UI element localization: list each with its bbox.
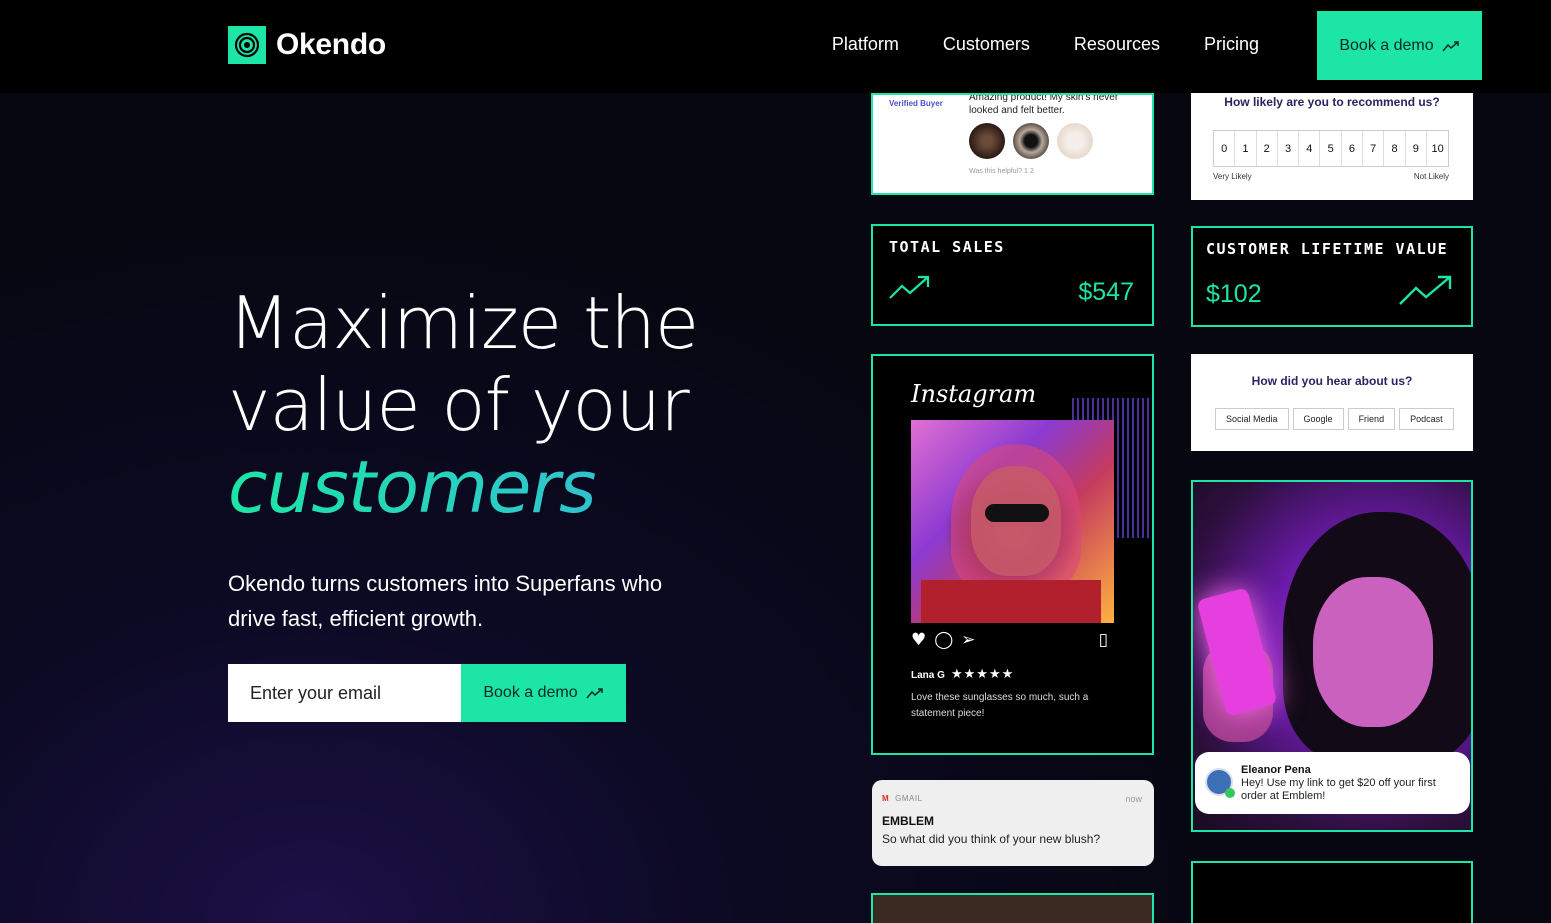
referral-message[interactable]: Eleanor Pena Hey! Use my link to get $20…: [1195, 752, 1470, 814]
nps-option[interactable]: 6: [1342, 131, 1364, 166]
instagram-comment: Love these sunglasses so much, such a st…: [911, 692, 1089, 719]
logo-text: Okendo: [276, 28, 386, 61]
nps-scale: 0 1 2 3 4 5 6 7 8 9 10: [1213, 130, 1450, 167]
notification-body: So what did you think of your new blush?: [882, 832, 1101, 846]
clv-label: CUSTOMER LIFETIME VALUE: [1206, 240, 1449, 258]
nps-option[interactable]: 0: [1214, 131, 1236, 166]
nav-link-customers[interactable]: Customers: [943, 34, 1030, 55]
nps-option[interactable]: 3: [1278, 131, 1300, 166]
gmail-icon: M: [882, 794, 890, 803]
nav-link-resources[interactable]: Resources: [1074, 34, 1160, 55]
nps-high-label: Not Likely: [1413, 172, 1449, 181]
instagram-actions: ♥ ◯ ➢: [911, 630, 976, 650]
hero-title-accent: customers: [228, 446, 788, 528]
survey-question: How did you hear about us?: [1251, 374, 1413, 388]
referral-photo-card: Eleanor Pena Hey! Use my link to get $20…: [1191, 480, 1473, 832]
total-sales-card: TOTAL SALES $547: [871, 224, 1154, 326]
nps-question: How likely are you to recommend us?: [1224, 95, 1440, 109]
review-text: Amazing product! My skin's never looked …: [969, 93, 1119, 116]
hero-subtitle: Okendo turns customers into Superfans wh…: [228, 571, 663, 631]
instagram-card: Instagram ♥ ◯ ➢ ▯ Lana G ★★★★★ Love thes…: [871, 354, 1154, 755]
nps-option[interactable]: 10: [1427, 131, 1448, 166]
review-photo[interactable]: [1013, 123, 1049, 159]
instagram-post-image[interactable]: [911, 420, 1114, 623]
image-shirt: [921, 580, 1101, 623]
nav-links: Platform Customers Resources Pricing: [832, 34, 1259, 55]
nps-option[interactable]: 4: [1299, 131, 1321, 166]
message-sender: Eleanor Pena: [1241, 764, 1311, 776]
hero-book-demo-button[interactable]: Book a demo: [461, 664, 626, 722]
partial-photo-card: [871, 893, 1154, 923]
hero-title: Maximize the value of your customers: [228, 282, 788, 528]
image-sunglasses: [985, 504, 1049, 522]
nps-card: How likely are you to recommend us? 0 1 …: [1191, 93, 1473, 200]
message-text: Hey! Use my link to get $20 off your fir…: [1241, 777, 1436, 802]
nps-option[interactable]: 5: [1320, 131, 1342, 166]
nav-link-pricing[interactable]: Pricing: [1204, 34, 1259, 55]
survey-option[interactable]: Social Media: [1215, 408, 1289, 430]
review-photo[interactable]: [969, 123, 1005, 159]
nps-option[interactable]: 1: [1235, 131, 1257, 166]
trend-up-icon: [889, 275, 930, 299]
hero-cta-label: Book a demo: [483, 684, 578, 701]
review-photos: [969, 123, 1093, 159]
instagram-logo: Instagram: [911, 380, 1037, 408]
survey-option[interactable]: Friend: [1347, 408, 1396, 430]
notification-time: now: [1125, 794, 1142, 804]
survey-card: How did you hear about us? Social Media …: [1191, 354, 1473, 451]
nps-option[interactable]: 7: [1363, 131, 1385, 166]
trend-arrow-icon: [1442, 40, 1459, 51]
survey-option[interactable]: Google: [1292, 408, 1344, 430]
review-photo[interactable]: [1057, 123, 1093, 159]
top-nav: Okendo Platform Customers Resources Pric…: [0, 0, 1551, 93]
nav-link-platform[interactable]: Platform: [832, 34, 899, 55]
nav-book-demo-button[interactable]: Book a demo: [1317, 11, 1482, 80]
send-icon[interactable]: ➢: [961, 630, 975, 650]
rating-stars: ★★★★★: [951, 667, 1015, 682]
gmail-source-label: GMAIL: [895, 794, 923, 803]
nps-low-label: Very Likely: [1213, 172, 1252, 181]
photo-face: [1313, 577, 1433, 727]
hero-title-line1: Maximize the: [228, 281, 699, 365]
clv-card: CUSTOMER LIFETIME VALUE $102: [1191, 226, 1473, 327]
nps-option[interactable]: 9: [1406, 131, 1427, 166]
nps-option[interactable]: 2: [1257, 131, 1278, 166]
hero-title-line2: value of your: [228, 363, 690, 447]
email-input[interactable]: [228, 664, 461, 722]
email-signup-form: Book a demo: [228, 664, 626, 722]
trend-arrow-icon: [586, 688, 603, 699]
trend-up-icon: [1399, 275, 1452, 305]
total-sales-value: $547: [1078, 278, 1134, 306]
bookmark-icon[interactable]: ▯: [1099, 630, 1108, 650]
heart-icon[interactable]: ♥: [911, 630, 926, 650]
verified-buyer-badge: Verified Buyer: [889, 99, 943, 108]
okendo-logo[interactable]: Okendo: [228, 26, 386, 64]
nps-option[interactable]: 8: [1384, 131, 1406, 166]
comment-icon[interactable]: ◯: [934, 630, 953, 650]
instagram-username: Lana G: [911, 670, 945, 681]
review-helpful: Was this helpful? 1 2: [969, 168, 1034, 175]
nav-cta-label: Book a demo: [1339, 36, 1434, 54]
clv-value: $102: [1206, 280, 1262, 308]
total-sales-label: TOTAL SALES: [889, 238, 1005, 256]
review-card: Verified Buyer Amazing product! My skin'…: [871, 93, 1154, 195]
partial-product-card: [1191, 861, 1473, 923]
online-status-icon: [1225, 788, 1235, 798]
okendo-logo-icon: [228, 26, 266, 64]
survey-option[interactable]: Podcast: [1399, 408, 1454, 430]
gmail-notification-card[interactable]: M GMAIL now EMBLEM So what did you think …: [872, 780, 1154, 866]
survey-options: Social Media Google Friend Podcast: [1215, 408, 1454, 430]
gmail-source: M GMAIL: [882, 794, 923, 803]
notification-title: EMBLEM: [882, 814, 934, 828]
